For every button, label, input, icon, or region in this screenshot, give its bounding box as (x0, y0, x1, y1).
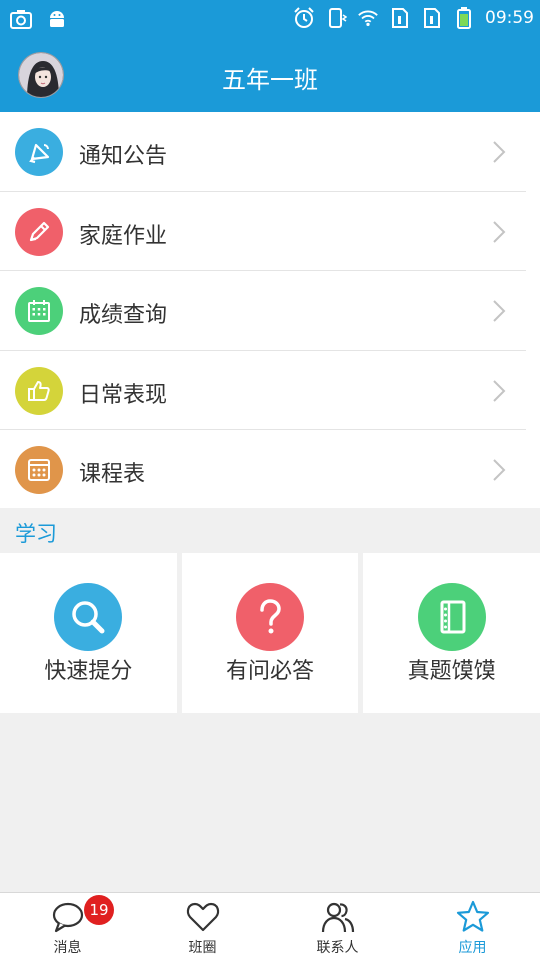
nav-label: 应用 (458, 940, 487, 956)
study-grid: 快速提分 有问必答 真题馍馍 (0, 553, 540, 713)
screenshot-icon (10, 8, 32, 30)
menu-item-notices[interactable]: 通知公告 (0, 112, 540, 192)
nav-label: 消息 (53, 940, 82, 956)
study-item-label: 快速提分 (44, 659, 133, 684)
menu-item-label: 通知公告 (79, 144, 168, 169)
app-header: 五年一班 (0, 38, 540, 112)
nav-apps[interactable]: 应用 (405, 893, 540, 960)
menu-item-label: 课程表 (79, 462, 146, 487)
section-title: 学习 (15, 522, 57, 546)
menu-item-daily-performance[interactable]: 日常表现 (0, 351, 540, 430)
study-item-past-papers[interactable]: 真题馍馍 (363, 553, 540, 713)
contacts-icon (321, 902, 354, 933)
battery-icon (453, 7, 475, 29)
nav-label: 班圈 (188, 940, 217, 956)
page-title: 五年一班 (222, 66, 318, 94)
nav-contacts[interactable]: 联系人 (270, 893, 405, 960)
heart-icon (186, 902, 219, 932)
wifi-icon (357, 7, 379, 29)
vibrate-icon (325, 7, 347, 29)
chat-bubble-icon (52, 902, 83, 933)
study-item-qa[interactable]: 有问必答 (181, 553, 359, 713)
study-item-label: 真题馍馍 (407, 659, 496, 684)
menu-item-homework[interactable]: 家庭作业 (0, 192, 540, 271)
android-icon (46, 8, 68, 30)
feature-menu: 通知公告 家庭作业 成绩查询 日常表现 课程表 (0, 112, 540, 510)
nav-label: 联系人 (316, 940, 359, 956)
clock: 09:59 (485, 8, 534, 28)
status-bar: 09:59 (0, 0, 540, 38)
menu-item-label: 家庭作业 (79, 223, 168, 249)
broadcast-icon (15, 128, 63, 176)
study-item-quick-score[interactable]: 快速提分 (0, 553, 177, 713)
nav-messages[interactable]: 19 消息 (0, 893, 135, 960)
study-item-label: 有问必答 (226, 659, 315, 684)
unread-badge: 19 (84, 895, 114, 925)
calendar-icon (15, 287, 63, 335)
sim1-icon (389, 7, 411, 29)
bottom-nav: 19 消息 班圈 联系人 应用 (0, 892, 540, 960)
chevron-right-icon (493, 459, 506, 481)
book-icon (417, 583, 486, 651)
sim2-icon (421, 7, 443, 29)
timetable-icon (15, 446, 63, 494)
search-icon (54, 583, 123, 651)
pencil-icon (15, 207, 63, 256)
question-icon (236, 583, 304, 651)
chevron-right-icon (493, 220, 506, 243)
star-icon (456, 900, 489, 932)
nav-class-circle[interactable]: 班圈 (135, 893, 270, 960)
menu-item-timetable[interactable]: 课程表 (0, 430, 540, 510)
chevron-right-icon (493, 141, 506, 163)
chevron-right-icon (493, 379, 506, 402)
thumbs-up-icon (15, 366, 63, 415)
chevron-right-icon (493, 300, 506, 322)
menu-item-grades[interactable]: 成绩查询 (0, 271, 540, 351)
menu-item-label: 日常表现 (79, 382, 168, 408)
alarm-icon (293, 7, 315, 29)
menu-item-label: 成绩查询 (79, 303, 168, 328)
study-section-header: 学习 (0, 508, 540, 553)
